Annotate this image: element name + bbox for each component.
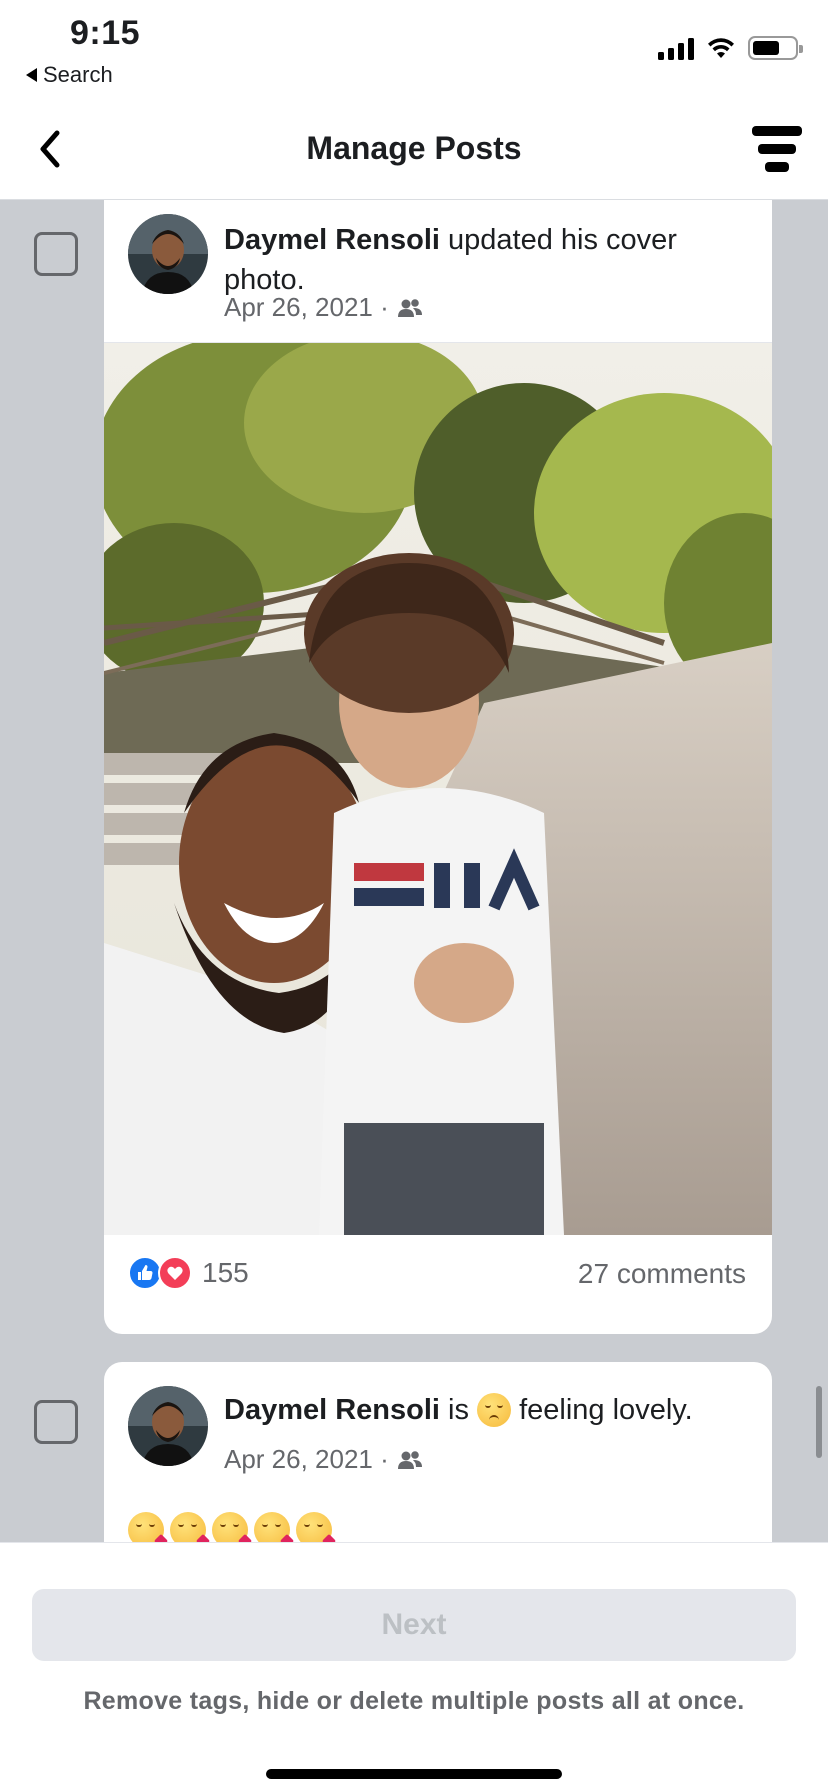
post-card: Daymel Rensoli is feeling lovely. Apr 26… xyxy=(104,1362,772,1542)
next-button[interactable]: Next xyxy=(32,1589,796,1661)
post-date: Apr 26, 2021 · xyxy=(224,292,389,322)
battery-icon xyxy=(748,36,803,60)
post-action-post: feeling lovely. xyxy=(511,1394,693,1426)
comments-count-link[interactable]: 27 comments xyxy=(578,1258,746,1290)
bottom-action-panel: Next Remove tags, hide or delete multipl… xyxy=(0,1542,828,1792)
post-date: Apr 26, 2021 · xyxy=(224,1444,389,1474)
status-icons xyxy=(658,36,803,60)
helper-text: Remove tags, hide or delete multiple pos… xyxy=(83,1687,745,1715)
kissing-face-emoji xyxy=(212,1512,253,1542)
back-triangle-icon xyxy=(26,68,37,82)
scrollbar-thumb[interactable] xyxy=(816,1386,822,1458)
kissing-face-emoji xyxy=(296,1512,337,1542)
post-headline: Daymel Rensoli updated his cover photo. xyxy=(224,220,742,300)
reactions-summary[interactable]: 155 xyxy=(128,1256,249,1290)
kissing-face-emoji xyxy=(128,1512,169,1542)
smiling-hearts-emoji xyxy=(477,1393,512,1427)
status-bar: 9:15 Search xyxy=(0,0,828,100)
friends-icon xyxy=(397,298,422,317)
post-card: Daymel Rensoli updated his cover photo. … xyxy=(104,200,772,1334)
like-icon xyxy=(128,1256,162,1290)
post-select-checkbox[interactable] xyxy=(34,232,78,276)
posts-feed[interactable]: Daymel Rensoli updated his cover photo. … xyxy=(0,200,828,1542)
post-meta: Apr 26, 2021 · xyxy=(224,292,423,323)
post-action-pre: is xyxy=(439,1394,478,1426)
post-headline: Daymel Rensoli is feeling lovely. xyxy=(224,1390,742,1430)
post-meta: Apr 26, 2021 · xyxy=(224,1444,423,1475)
post-emoji-body xyxy=(128,1512,337,1542)
reaction-count: 155 xyxy=(202,1257,249,1288)
home-indicator[interactable] xyxy=(266,1769,562,1779)
author-avatar[interactable] xyxy=(128,1386,208,1466)
filter-button[interactable] xyxy=(750,124,804,174)
author-name[interactable]: Daymel Rensoli xyxy=(224,1390,440,1430)
kissing-face-emoji xyxy=(170,1512,211,1542)
status-time: 9:15 xyxy=(70,14,141,52)
friends-icon xyxy=(397,1450,422,1469)
love-icon xyxy=(158,1256,192,1290)
nav-bar: Manage Posts xyxy=(0,100,828,200)
page-title: Manage Posts xyxy=(306,130,522,166)
author-avatar[interactable] xyxy=(128,214,208,294)
back-app-label: Search xyxy=(43,62,113,87)
signal-icon xyxy=(658,36,694,60)
cover-photo[interactable] xyxy=(104,333,772,1235)
author-name[interactable]: Daymel Rensoli xyxy=(224,224,440,256)
kissing-face-emoji xyxy=(254,1512,295,1542)
wifi-icon xyxy=(708,38,734,58)
back-to-app-link[interactable]: Search xyxy=(26,62,113,88)
post-select-checkbox[interactable] xyxy=(34,1400,78,1444)
